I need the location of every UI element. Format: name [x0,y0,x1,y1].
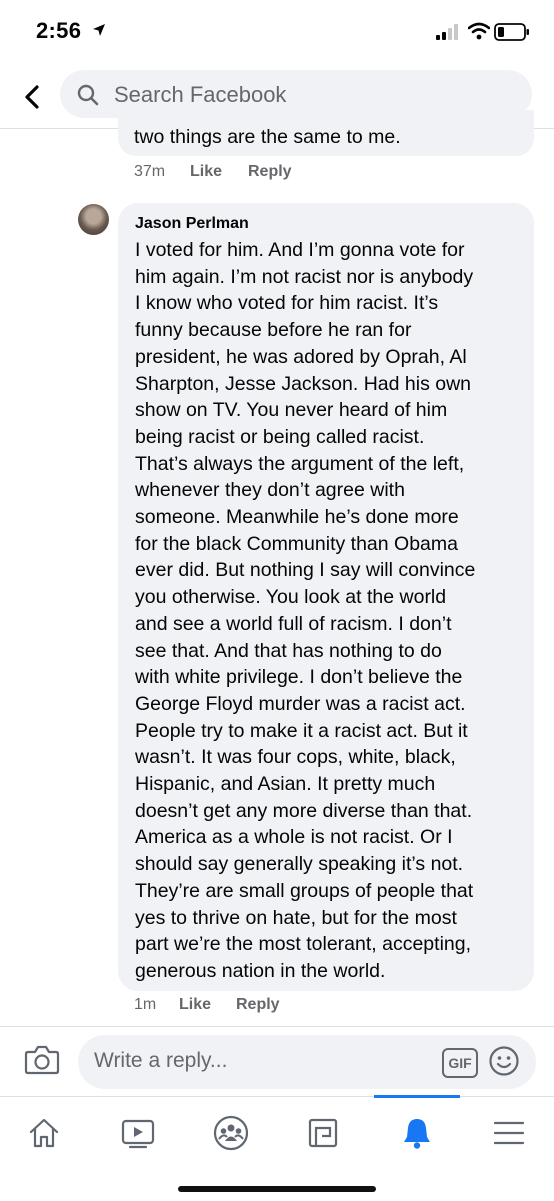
comment-line: show on TV. You never heard of him [135,399,448,422]
comment-line: someone. Meanwhile he’s done more [135,506,459,529]
chevron-left-icon [25,85,39,109]
home-icon [29,1118,59,1148]
comment-line: being racist or being called racist. [135,425,425,448]
comment-line: funny because before he ran for [135,319,412,342]
comment-line: America as a whole is not racist. Or I [135,826,453,849]
comment-reply-button[interactable]: Reply [236,996,280,1014]
comment-time: 1m [134,996,157,1013]
active-tab-indicator [374,1095,460,1098]
cellular-signal-icon [436,24,458,40]
comment-line: for the black Community than Obama [135,532,458,555]
emoji-icon[interactable] [488,1045,520,1077]
location-arrow-icon [93,24,105,36]
tab-watch[interactable] [112,1107,164,1159]
reply-input[interactable]: Write a reply... GIF [78,1035,536,1089]
groups-icon [213,1115,249,1151]
comment-line: and see a world full of racism. I don’t [135,612,452,635]
tab-pages[interactable] [297,1107,349,1159]
tab-home[interactable] [18,1107,70,1159]
comment-line: generous nation in the world. [135,959,386,982]
status-bar: 2:56 [0,0,554,66]
comment-line: People try to make it a racist act. But … [135,719,468,742]
comment-body: I voted for him. And I’m gonna vote for … [135,237,531,985]
comment-line: yes to thrive on hate, but for the most [135,906,457,929]
wifi-icon [468,22,490,40]
comment-line: Hispanic, and Asian. It pretty much [135,773,436,796]
back-button[interactable] [16,80,50,114]
comment-line: George Floyd murder was a racist act. [135,692,466,715]
comment-line: should say generally speaking it’s not. [135,853,464,876]
previous-comment-like-button[interactable]: Like [190,163,222,181]
search-icon [77,84,99,106]
previous-comment-bubble: two things are the same to me. [118,110,534,156]
previous-comment-reply-button[interactable]: Reply [248,163,292,181]
previous-comment-time: 37m [134,163,166,180]
comment-line: you otherwise. You look at the world [135,586,447,609]
reply-composer: Write a reply... GIF [0,1026,554,1097]
camera-icon[interactable] [24,1043,60,1075]
previous-comment-text: two things are the same to me. [134,126,401,148]
tab-notifications[interactable] [391,1107,443,1159]
tab-menu[interactable] [483,1107,535,1159]
comment-line: They’re are small groups of people that [135,879,474,902]
comment-line: whenever they don’t agree with [135,479,405,502]
home-indicator [178,1186,376,1192]
battery-icon [494,23,529,41]
menu-icon [493,1121,525,1145]
comment-line: ever did. But nothing I say will convinc… [135,559,476,582]
comment-line: That’s always the argument of the left, [135,452,465,475]
comment-like-button[interactable]: Like [179,996,211,1014]
comment-line: him again. I’m not racist nor is anybody [135,265,474,288]
watch-video-icon [121,1119,155,1149]
comment-line: president, he was adored by Oprah, Al [135,345,467,368]
comment-line: with white privilege. I don’t believe th… [135,666,463,689]
comment-line: doesn’t get any more diverse than that. [135,799,473,822]
notifications-bell-icon [404,1119,430,1149]
comment-line: I know who voted for him racist. It’s [135,292,439,315]
comment-line: I voted for him. And I’m gonna vote for [135,239,465,261]
comment-line: Sharpton, Jesse Jackson. Had his own [135,372,472,395]
status-time: 2:56 [36,18,82,43]
gif-button[interactable]: GIF [442,1048,478,1078]
pages-icon [308,1118,338,1148]
comment-line: part we’re the most tolerant, accepting, [135,933,472,956]
reply-placeholder: Write a reply... [94,1049,228,1072]
tab-groups[interactable] [205,1107,257,1159]
comment-line: wasn’t. It was four cops, white, black, [135,746,456,769]
search-placeholder: Search Facebook [114,82,287,107]
comment-line: see that. And that has nothing to do [135,639,442,662]
comment-author[interactable]: Jason Perlman [135,215,249,233]
comment-bubble: Jason Perlman I voted for him. And I’m g… [118,203,534,991]
avatar[interactable] [78,204,109,235]
